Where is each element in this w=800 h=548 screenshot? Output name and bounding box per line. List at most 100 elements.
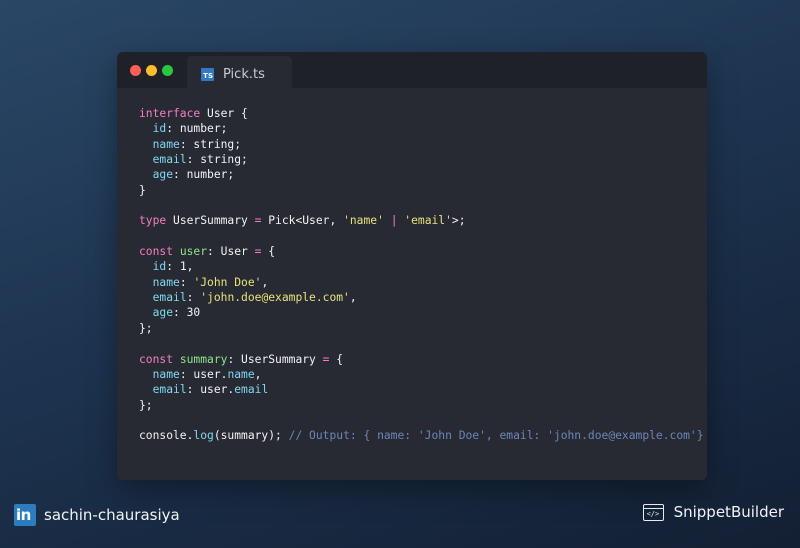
window-titlebar: TS Pick.ts	[117, 52, 707, 88]
code-token: type	[139, 214, 167, 228]
code-token: ,	[261, 275, 269, 289]
maximize-dot-icon	[162, 65, 173, 76]
code-block: interface User { id: number; name: strin…	[139, 106, 704, 444]
code-token: id	[152, 260, 167, 274]
typescript-icon: TS	[201, 68, 214, 81]
code-line: email: 'john.doe@example.com',	[139, 290, 704, 305]
close-dot-icon	[130, 65, 141, 76]
code-token: 'name'	[343, 214, 384, 228]
code-token: 'john.doe@example.com'	[200, 291, 350, 305]
code-token: };	[139, 321, 153, 335]
code-token: email	[234, 383, 269, 397]
code-token: 'John Doe'	[193, 275, 262, 289]
code-token: Pick<User,	[261, 214, 344, 228]
code-token: summary	[179, 352, 228, 366]
code-token: name	[152, 367, 180, 381]
brand-credit: </> SnippetBuilder	[642, 503, 784, 521]
code-line: email: string;	[139, 152, 704, 167]
minimize-dot-icon	[146, 65, 157, 76]
code-token: };	[139, 398, 153, 412]
code-token: const	[139, 245, 174, 259]
file-tab-label: Pick.ts	[223, 67, 265, 82]
code-token: : number;	[166, 122, 228, 136]
code-line: id: number;	[139, 121, 704, 136]
code-line: };	[139, 321, 704, 336]
code-token: : 1,	[166, 260, 194, 274]
code-line: };	[139, 398, 704, 413]
code-window-icon: </>	[642, 503, 664, 521]
code-line: email: user.email	[139, 382, 704, 397]
code-line: age: number;	[139, 167, 704, 182]
code-token: : user.	[186, 383, 235, 397]
code-token: age	[152, 306, 174, 320]
code-token: log	[193, 429, 214, 443]
code-token: const	[139, 352, 174, 366]
code-token: ,	[349, 291, 357, 305]
code-token: : number;	[173, 168, 235, 182]
code-token: :	[186, 291, 201, 305]
code-token: name	[227, 367, 255, 381]
code-line: name: 'John Doe',	[139, 275, 704, 290]
author-name: sachin-chaurasiya	[44, 506, 180, 524]
code-token: ,	[254, 367, 262, 381]
code-token: 'email'	[404, 214, 452, 228]
code-token: User {	[200, 107, 248, 120]
code-line: age: 30	[139, 305, 704, 320]
code-token: UserSummary	[166, 214, 255, 228]
code-token: : string;	[179, 137, 242, 151]
code-token: : 30	[173, 306, 201, 320]
brand-name: SnippetBuilder	[673, 503, 784, 521]
code-token: : user.	[179, 367, 228, 381]
code-line: console.log(summary); // Output: { name:…	[139, 428, 704, 443]
code-token: name	[152, 275, 180, 289]
code-token: email	[152, 153, 187, 167]
code-token: {	[329, 352, 344, 366]
code-token: |	[383, 214, 405, 228]
code-line: const summary: UserSummary = {	[139, 352, 704, 367]
code-token: age	[152, 168, 174, 182]
author-credit: in sachin-chaurasiya	[14, 504, 180, 526]
code-line: name: string;	[139, 137, 704, 152]
code-token: id	[152, 122, 167, 136]
code-token: user	[179, 245, 208, 259]
code-line: id: 1,	[139, 259, 704, 274]
linkedin-icon: in	[14, 504, 36, 526]
code-token: {	[261, 245, 276, 259]
code-token: (summary);	[213, 429, 289, 443]
code-token: email	[152, 383, 187, 397]
code-line: interface User {	[139, 106, 704, 121]
file-tab[interactable]: TS Pick.ts	[187, 56, 292, 88]
code-token: email	[152, 291, 187, 305]
code-token: // Output: { name: 'John Doe', email: 'j…	[288, 429, 704, 443]
code-token: : User	[207, 245, 255, 259]
code-line: type UserSummary = Pick<User, 'name' | '…	[139, 213, 704, 228]
code-token: >;	[451, 214, 466, 228]
code-token: console.	[139, 429, 194, 443]
code-line: const user: User = {	[139, 244, 704, 259]
code-window: TS Pick.ts interface User { id: number; …	[117, 52, 707, 480]
code-token: : UserSummary	[227, 352, 323, 366]
code-line: }	[139, 183, 704, 198]
code-token: : string;	[186, 153, 248, 167]
code-line: name: user.name,	[139, 367, 704, 382]
code-token: name	[152, 137, 180, 151]
code-token: interface	[139, 107, 201, 120]
code-token: }	[139, 183, 146, 197]
code-token: :	[179, 275, 194, 289]
